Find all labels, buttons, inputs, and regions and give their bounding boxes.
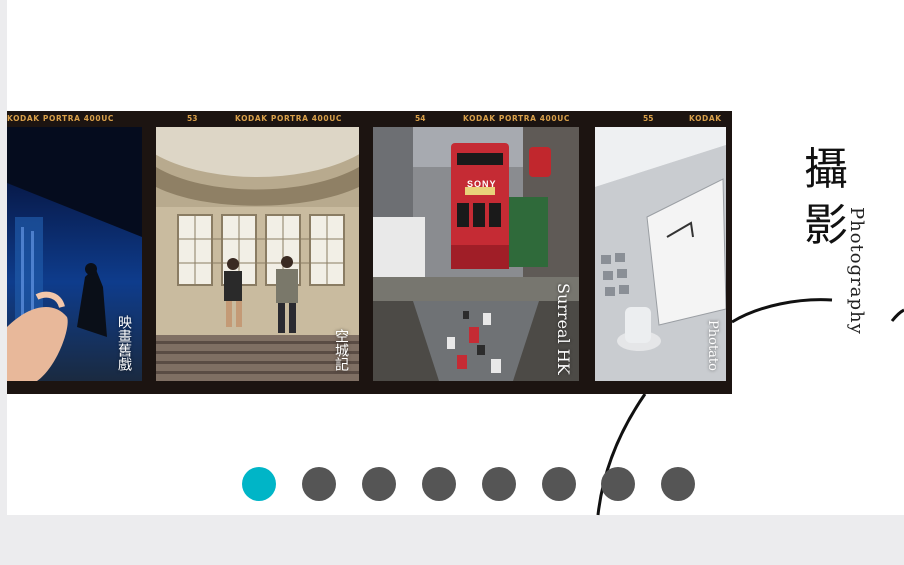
photo-frame-title: Surreal HK — [554, 283, 573, 375]
film-strip-top-edge: KODAK PORTRA 400UC 53 KODAK PORTRA 400UC… — [7, 111, 732, 127]
pagination-dot-4[interactable] — [422, 467, 456, 501]
photo-frame-1[interactable]: 映畫舊戲 — [7, 127, 142, 381]
film-stock-label: KODAK PORTRA 400UC — [463, 114, 570, 123]
film-brand-label: KODAK — [689, 114, 722, 123]
film-strip-bottom-edge — [7, 381, 732, 394]
photo-frame-title: Photato — [705, 320, 720, 371]
photo-2-image — [156, 127, 359, 381]
photo-frame-4[interactable]: Photato — [595, 127, 726, 381]
frame-number: 53 — [187, 114, 198, 123]
photo-frame-2[interactable]: 空城記 — [156, 127, 359, 381]
film-stock-label: KODAK PORTRA 400UC — [235, 114, 342, 123]
pagination-dot-7[interactable] — [601, 467, 635, 501]
film-stock-label: KODAK PORTRA 400UC — [7, 114, 114, 123]
pagination-dot-5[interactable] — [482, 467, 516, 501]
pagination-dot-8[interactable] — [661, 467, 695, 501]
pagination-dot-3[interactable] — [362, 467, 396, 501]
frame-number: 54 — [415, 114, 426, 123]
pagination-dot-6[interactable] — [542, 467, 576, 501]
photo-frame-3[interactable]: SONY Surreal HK — [373, 127, 579, 381]
tram-ad-sign: SONY — [467, 179, 497, 189]
section-title-english: Photography — [846, 207, 867, 335]
photo-frame-title: 空城記 — [333, 329, 349, 371]
section-title-chinese: 攝影 — [804, 144, 848, 251]
film-strip-carousel[interactable]: KODAK PORTRA 400UC 53 KODAK PORTRA 400UC… — [7, 111, 732, 394]
pagination-dot-1[interactable] — [242, 467, 276, 501]
photo-frame-title: 映畫舊戲 — [116, 315, 132, 371]
pagination-dot-2[interactable] — [302, 467, 336, 501]
frame-number: 55 — [643, 114, 654, 123]
photo-3-image — [373, 127, 579, 381]
